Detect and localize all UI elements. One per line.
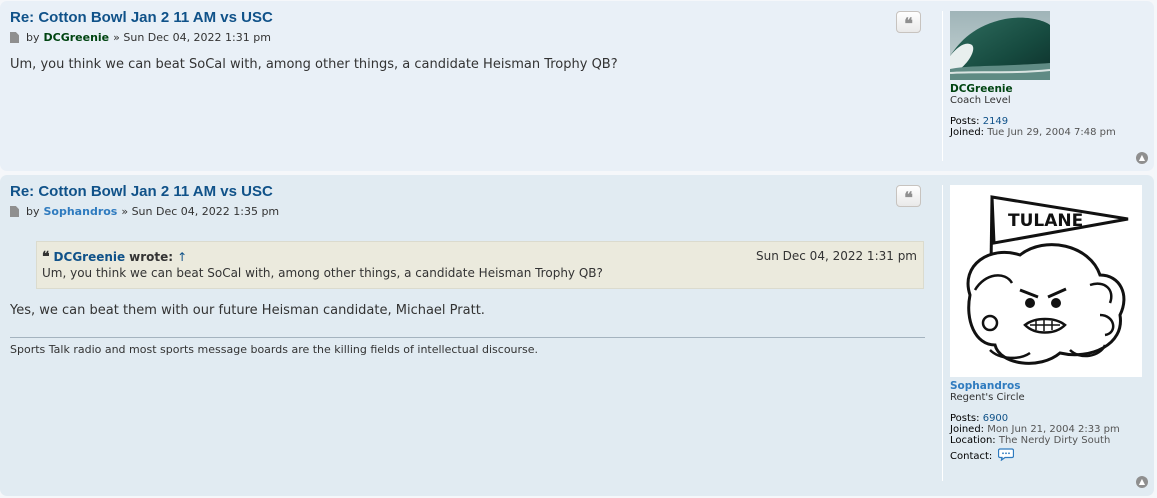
- post-profile: DCGreenie Coach Level Posts: 2149 Joined…: [950, 83, 1116, 138]
- profile-location: Location: The Nerdy Dirty South: [950, 435, 1120, 446]
- quote-icon: ❝: [904, 188, 913, 207]
- arrow-up-circle-icon[interactable]: ▲: [1136, 476, 1148, 488]
- profile-posts-count[interactable]: 2149: [983, 116, 1008, 127]
- profile-contact-label: Contact:: [950, 450, 993, 462]
- profile-joined-label: Joined:: [950, 127, 985, 138]
- post-content: Um, you think we can beat SoCal with, am…: [10, 57, 618, 72]
- profile-location-value: The Nerdy Dirty South: [998, 435, 1111, 446]
- post-author-link[interactable]: DCGreenie: [44, 31, 110, 44]
- document-icon[interactable]: [10, 206, 19, 217]
- speech-bubble-icon[interactable]: [998, 448, 1015, 464]
- quote-text: Um, you think we can beat SoCal with, am…: [42, 266, 603, 280]
- profile-rank: Coach Level: [950, 95, 1011, 106]
- profile-rank: Regent's Circle: [950, 392, 1025, 403]
- post-1: Re: Cotton Bowl Jan 2 11 AM vs USC by DC…: [0, 1, 1154, 171]
- arrow-up-circle-icon[interactable]: ▲: [1136, 152, 1148, 164]
- profile-posts: Posts: 6900: [950, 413, 1120, 424]
- quote-date: Sun Dec 04, 2022 1:31 pm: [756, 249, 917, 263]
- ocean-wave-avatar[interactable]: [949, 11, 1051, 80]
- post-meta: by Sophandros » Sun Dec 04, 2022 1:35 pm: [10, 205, 279, 218]
- profile-joined-date: Tue Jun 29, 2004 7:48 pm: [987, 127, 1116, 138]
- profile-joined: Joined: Mon Jun 21, 2004 2:33 pm: [950, 424, 1120, 435]
- profile-posts: Posts: 2149: [950, 116, 1116, 127]
- profile-username[interactable]: Sophandros: [950, 380, 1120, 392]
- profile-contact: Contact:: [950, 448, 1120, 464]
- post-date: » Sun Dec 04, 2022 1:31 pm: [113, 31, 271, 44]
- post-content: Yes, we can beat them with our future He…: [10, 303, 485, 318]
- post-profile: Sophandros Regent's Circle Posts: 6900 J…: [950, 380, 1120, 464]
- quote-icon: ❝: [42, 249, 50, 265]
- avatar-flag-text: TULANE: [1008, 211, 1083, 231]
- post-title[interactable]: Re: Cotton Bowl Jan 2 11 AM vs USC: [10, 9, 273, 26]
- post-date: » Sun Dec 04, 2022 1:35 pm: [121, 205, 280, 218]
- quote-cite: ❝ DCGreenie wrote: ↑: [42, 249, 187, 265]
- post-2: Re: Cotton Bowl Jan 2 11 AM vs USC by So…: [0, 175, 1154, 496]
- by-label: by: [26, 31, 40, 44]
- quote-block: ❝ DCGreenie wrote: ↑ Sun Dec 04, 2022 1:…: [36, 241, 924, 289]
- profile-username[interactable]: DCGreenie: [950, 83, 1116, 95]
- profile-divider: [942, 185, 943, 481]
- tulane-wave-mascot-avatar[interactable]: TULANE: [950, 185, 1142, 377]
- post-meta: by DCGreenie » Sun Dec 04, 2022 1:31 pm: [10, 31, 271, 44]
- profile-joined: Joined: Tue Jun 29, 2004 7:48 pm: [950, 127, 1116, 138]
- profile-posts-label: Posts:: [950, 116, 980, 127]
- profile-location-label: Location:: [950, 435, 996, 446]
- quote-author-link[interactable]: DCGreenie: [54, 250, 126, 264]
- post-title[interactable]: Re: Cotton Bowl Jan 2 11 AM vs USC: [10, 183, 273, 200]
- post-signature: Sports Talk radio and most sports messag…: [10, 337, 925, 356]
- quote-button[interactable]: ❝: [896, 11, 921, 33]
- quote-icon: ❝: [904, 14, 913, 33]
- document-icon[interactable]: [10, 32, 19, 43]
- profile-posts-label: Posts:: [950, 413, 980, 424]
- profile-joined-date: Mon Jun 21, 2004 2:33 pm: [987, 424, 1120, 435]
- profile-divider: [942, 11, 943, 161]
- by-label: by: [26, 205, 40, 218]
- quote-source-arrow-icon[interactable]: ↑: [177, 250, 187, 264]
- quote-button[interactable]: ❝: [896, 185, 921, 207]
- profile-joined-label: Joined:: [950, 424, 985, 435]
- post-author-link[interactable]: Sophandros: [44, 205, 118, 218]
- profile-posts-count[interactable]: 6900: [983, 413, 1008, 424]
- quote-wrote-label: wrote:: [129, 250, 174, 264]
